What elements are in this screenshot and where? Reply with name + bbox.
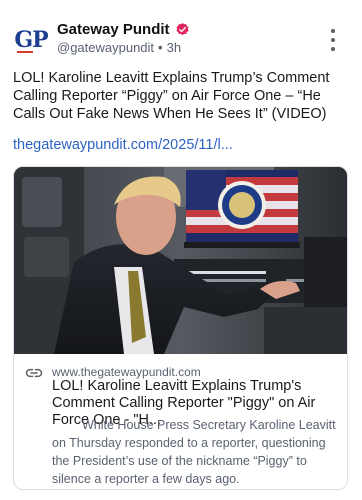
avatar-logo-accent [17, 51, 33, 53]
preview-image-illustration [14, 167, 347, 354]
post-timestamp[interactable]: 3h [167, 40, 181, 55]
card-description: White House Press Secretary Karoline Lea… [52, 418, 336, 486]
post-link[interactable]: thegatewaypundit.com/2025/11/l... [13, 137, 233, 153]
card-domain: www.thegatewaypundit.com [52, 365, 201, 379]
verified-badge-icon [176, 22, 189, 36]
social-post: GP Gateway Pundit @gatewaypundit • 3h LO… [0, 0, 362, 500]
link-icon [25, 368, 43, 378]
kebab-menu-icon[interactable] [326, 29, 340, 51]
preview-image[interactable] [14, 167, 347, 354]
avatar-logo-text: GP [14, 27, 48, 53]
post-text: LOL! Karoline Leavitt Explains Trump’s C… [13, 70, 330, 122]
author-info: Gateway Pundit @gatewaypundit • 3h [57, 21, 190, 55]
author-handle[interactable]: @gatewaypundit [57, 40, 154, 55]
author-display-name[interactable]: Gateway Pundit [57, 21, 170, 38]
link-preview-card[interactable]: www.thegatewaypundit.com LOL! Karoline L… [13, 166, 348, 490]
separator-dot: • [158, 40, 163, 55]
avatar[interactable]: GP [13, 22, 49, 58]
post-header: GP Gateway Pundit @gatewaypundit • 3h [13, 20, 352, 60]
card-body: www.thegatewaypundit.com LOL! Karoline L… [14, 355, 347, 489]
